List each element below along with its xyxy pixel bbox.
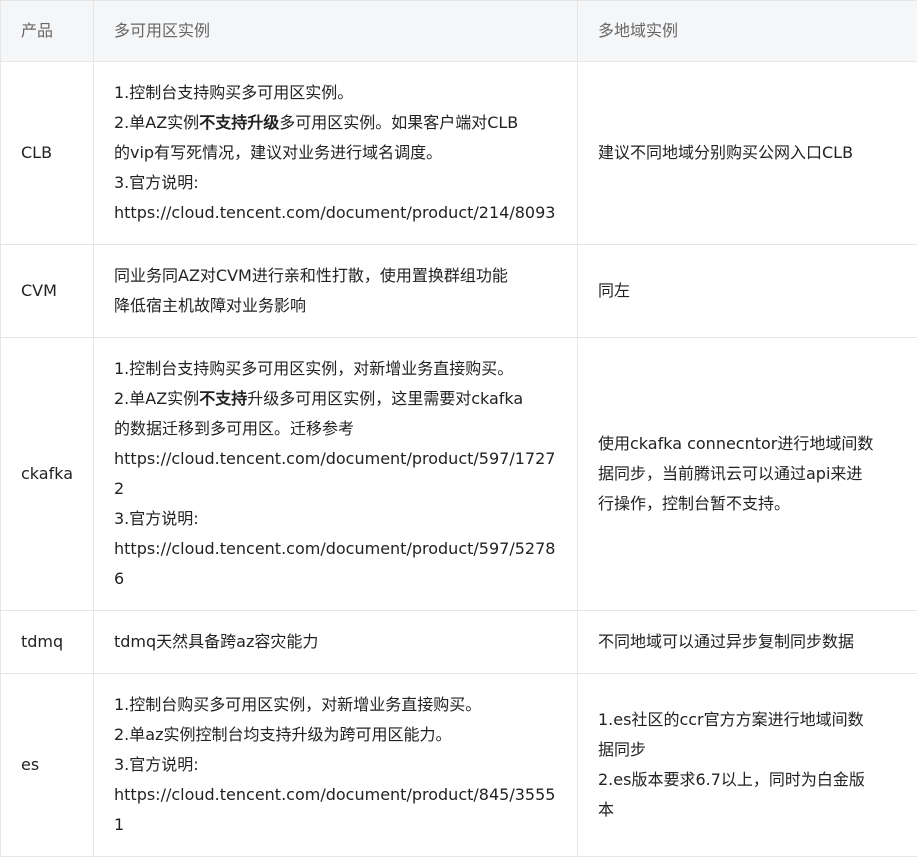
multi-az-line: https://cloud.tencent.com/document/produ… <box>114 780 557 840</box>
multi-region-cell: 使用ckafka connecntor进行地域间数据同步，当前腾讯云可以通过ap… <box>578 338 917 611</box>
multi-az-line: tdmq天然具备跨az容灾能力 <box>114 627 557 657</box>
line-text: 3.官方说明: <box>114 755 199 774</box>
multi-region-line: 本 <box>598 795 898 825</box>
multi-az-line: 3.官方说明: <box>114 168 557 198</box>
multi-az-cell: 1.控制台支持购买多可用区实例。 2.单AZ实例不支持升级多可用区实例。如果客户端… <box>94 62 578 245</box>
multi-region-line: 据同步 <box>598 735 898 765</box>
line-text: 的数据迁移到多可用区。迁移参考 <box>114 419 354 438</box>
line-text: 1.控制台支持购买多可用区实例。 <box>114 83 353 102</box>
line-text: 多可用区实例。如果客户端对CLB <box>279 113 518 132</box>
multi-region-line: 据同步，当前腾讯云可以通过api来进 <box>598 459 898 489</box>
multi-region-cell: 不同地域可以通过异步复制同步数据 <box>578 611 917 674</box>
multi-region-line: 2.es版本要求6.7以上，同时为白金版 <box>598 765 898 795</box>
multi-az-cell: 1.控制台购买多可用区实例，对新增业务直接购买。 2.单az实例控制台均支持升级为… <box>94 674 578 857</box>
multi-az-line: 同业务同AZ对CVM进行亲和性打散，使用置换群组功能 <box>114 261 557 291</box>
multi-az-line: 3.官方说明: <box>114 750 557 780</box>
multi-az-line: 2.单AZ实例不支持升级多可用区实例。如果客户端对CLB <box>114 108 557 138</box>
header-multi-az: 多可用区实例 <box>94 1 578 62</box>
multi-az-line: 1.控制台支持购买多可用区实例，对新增业务直接购买。 <box>114 354 557 384</box>
line-text: https://cloud.tencent.com/document/produ… <box>114 539 555 588</box>
line-text: 2.单az实例控制台均支持升级为跨可用区能力。 <box>114 725 451 744</box>
table-header-row: 产品 多可用区实例 多地域实例 <box>1 1 917 62</box>
product-cell: es <box>1 674 94 857</box>
multi-az-line: https://cloud.tencent.com/document/produ… <box>114 444 557 504</box>
comparison-table: 产品 多可用区实例 多地域实例 CLB 1.控制台支持购买多可用区实例。 2.单AZ… <box>0 0 917 857</box>
multi-region-cell: 1.es社区的ccr官方方案进行地域间数据同步2.es版本要求6.7以上，同时为… <box>578 674 917 857</box>
multi-region-cell: 建议不同地域分别购买公网入口CLB <box>578 62 917 245</box>
table-row: CLB 1.控制台支持购买多可用区实例。 2.单AZ实例不支持升级多可用区实例。如果… <box>1 62 917 245</box>
multi-region-line: 建议不同地域分别购买公网入口CLB <box>598 138 898 168</box>
multi-region-line: 使用ckafka connecntor进行地域间数 <box>598 429 898 459</box>
line-text: 同业务同AZ对CVM进行亲和性打散，使用置换群组功能 <box>114 266 508 285</box>
multi-region-cell: 同左 <box>578 245 917 338</box>
product-cell: ckafka <box>1 338 94 611</box>
line-text: 3.官方说明: <box>114 173 199 192</box>
product-cell: CVM <box>1 245 94 338</box>
line-text: 2.单AZ实例 <box>114 113 199 132</box>
table-row: tdmq tdmq天然具备跨az容灾能力 不同地域可以通过异步复制同步数据 <box>1 611 917 674</box>
emphasis-text: 不支持 <box>199 389 247 408</box>
line-text: 1.控制台购买多可用区实例，对新增业务直接购买。 <box>114 695 481 714</box>
multi-az-cell: tdmq天然具备跨az容灾能力 <box>94 611 578 674</box>
multi-az-line: 2.单AZ实例不支持升级多可用区实例，这里需要对ckafka <box>114 384 557 414</box>
multi-az-line: 的数据迁移到多可用区。迁移参考 <box>114 414 557 444</box>
header-multi-region: 多地域实例 <box>578 1 917 62</box>
multi-region-line: 行操作，控制台暂不支持。 <box>598 489 898 519</box>
multi-az-line: 降低宿主机故障对业务影响 <box>114 291 557 321</box>
multi-region-line: 同左 <box>598 276 898 306</box>
emphasis-text: 不支持升级 <box>199 113 279 132</box>
product-cell: CLB <box>1 62 94 245</box>
multi-az-line: 1.控制台支持购买多可用区实例。 <box>114 78 557 108</box>
multi-az-line: https://cloud.tencent.com/document/produ… <box>114 534 557 594</box>
line-text: 升级多可用区实例，这里需要对ckafka <box>247 389 523 408</box>
line-text: 的vip有写死情况，建议对业务进行域名调度。 <box>114 143 442 162</box>
line-text: 3.官方说明: <box>114 509 199 528</box>
header-product: 产品 <box>1 1 94 62</box>
line-text: https://cloud.tencent.com/document/produ… <box>114 203 555 222</box>
multi-az-line: 的vip有写死情况，建议对业务进行域名调度。 <box>114 138 557 168</box>
line-text: https://cloud.tencent.com/document/produ… <box>114 785 555 834</box>
line-text: 1.控制台支持购买多可用区实例，对新增业务直接购买。 <box>114 359 513 378</box>
line-text: https://cloud.tencent.com/document/produ… <box>114 449 555 498</box>
multi-az-line: 2.单az实例控制台均支持升级为跨可用区能力。 <box>114 720 557 750</box>
multi-region-line: 1.es社区的ccr官方方案进行地域间数 <box>598 705 898 735</box>
multi-az-cell: 1.控制台支持购买多可用区实例，对新增业务直接购买。 2.单AZ实例不支持升级多可… <box>94 338 578 611</box>
line-text: tdmq天然具备跨az容灾能力 <box>114 632 318 651</box>
multi-az-line: 3.官方说明: <box>114 504 557 534</box>
table-row: es 1.控制台购买多可用区实例，对新增业务直接购买。 2.单az实例控制台均支持升… <box>1 674 917 857</box>
product-cell: tdmq <box>1 611 94 674</box>
multi-az-line: https://cloud.tencent.com/document/produ… <box>114 198 557 228</box>
multi-az-line: 1.控制台购买多可用区实例，对新增业务直接购买。 <box>114 690 557 720</box>
line-text: 降低宿主机故障对业务影响 <box>114 296 306 315</box>
table-row: CVM同业务同AZ对CVM进行亲和性打散，使用置换群组功能降低宿主机故障对业务影… <box>1 245 917 338</box>
table-body: CLB1.控制台支持购买多可用区实例。2.单AZ实例不支持升级多可用区实例。如果… <box>1 62 917 857</box>
multi-az-cell: 同业务同AZ对CVM进行亲和性打散，使用置换群组功能降低宿主机故障对业务影响 <box>94 245 578 338</box>
table-row: ckafka 1.控制台支持购买多可用区实例，对新增业务直接购买。 2.单AZ实例不… <box>1 338 917 611</box>
line-text: 2.单AZ实例 <box>114 389 199 408</box>
multi-region-line: 不同地域可以通过异步复制同步数据 <box>598 627 898 657</box>
